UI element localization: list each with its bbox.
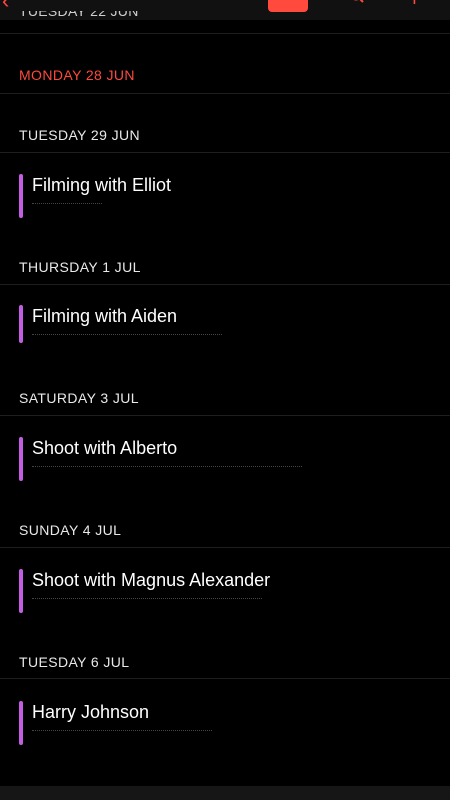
day-header-saturday-3-jul: SATURDAY 3 JUL bbox=[19, 390, 139, 406]
event-row[interactable]: Harry Johnson bbox=[0, 701, 450, 765]
event-title: Filming with Aiden bbox=[32, 306, 178, 326]
event-title: Harry Johnson bbox=[32, 702, 150, 722]
event-detail bbox=[32, 594, 262, 599]
plus-icon[interactable]: + bbox=[408, 0, 421, 10]
day-header-tuesday-6-jul: TUESDAY 6 JUL bbox=[19, 654, 130, 670]
divider bbox=[0, 415, 450, 416]
toolbar bbox=[0, 786, 450, 800]
divider bbox=[0, 678, 450, 679]
calendar-color-bar bbox=[19, 437, 23, 481]
event-row[interactable]: Filming with Aiden bbox=[0, 305, 450, 369]
event-row[interactable]: Shoot with Magnus Alexander bbox=[0, 569, 450, 633]
search-icon[interactable] bbox=[350, 0, 364, 3]
calendar-color-bar bbox=[19, 305, 23, 343]
event-row[interactable]: Filming with Elliot bbox=[0, 174, 450, 238]
calendar-color-bar bbox=[19, 569, 23, 613]
divider bbox=[0, 152, 450, 153]
divider bbox=[0, 33, 450, 34]
event-title: Shoot with Alberto bbox=[32, 438, 178, 458]
event-detail bbox=[32, 199, 102, 204]
calendar-color-bar bbox=[19, 701, 23, 745]
event-title: Shoot with Magnus Alexander bbox=[32, 570, 271, 590]
day-header-thursday-1-jul: THURSDAY 1 JUL bbox=[19, 259, 141, 275]
day-header-sunday-4-jul: SUNDAY 4 JUL bbox=[19, 522, 122, 538]
divider bbox=[0, 93, 450, 94]
divider bbox=[0, 547, 450, 548]
event-detail bbox=[32, 462, 302, 467]
event-detail bbox=[32, 726, 212, 731]
divider bbox=[0, 284, 450, 285]
event-row[interactable]: Shoot with Alberto bbox=[0, 437, 450, 501]
calendar-color-bar bbox=[19, 174, 23, 218]
event-title: Filming with Elliot bbox=[32, 175, 172, 195]
day-header-tuesday-29-jun: TUESDAY 29 JUN bbox=[19, 127, 141, 143]
day-header-monday-28-jun: MONDAY 28 JUN bbox=[19, 67, 135, 83]
event-detail bbox=[32, 330, 222, 335]
today-button[interactable] bbox=[268, 0, 308, 12]
chevron-left-icon[interactable]: ‹ bbox=[2, 0, 9, 12]
